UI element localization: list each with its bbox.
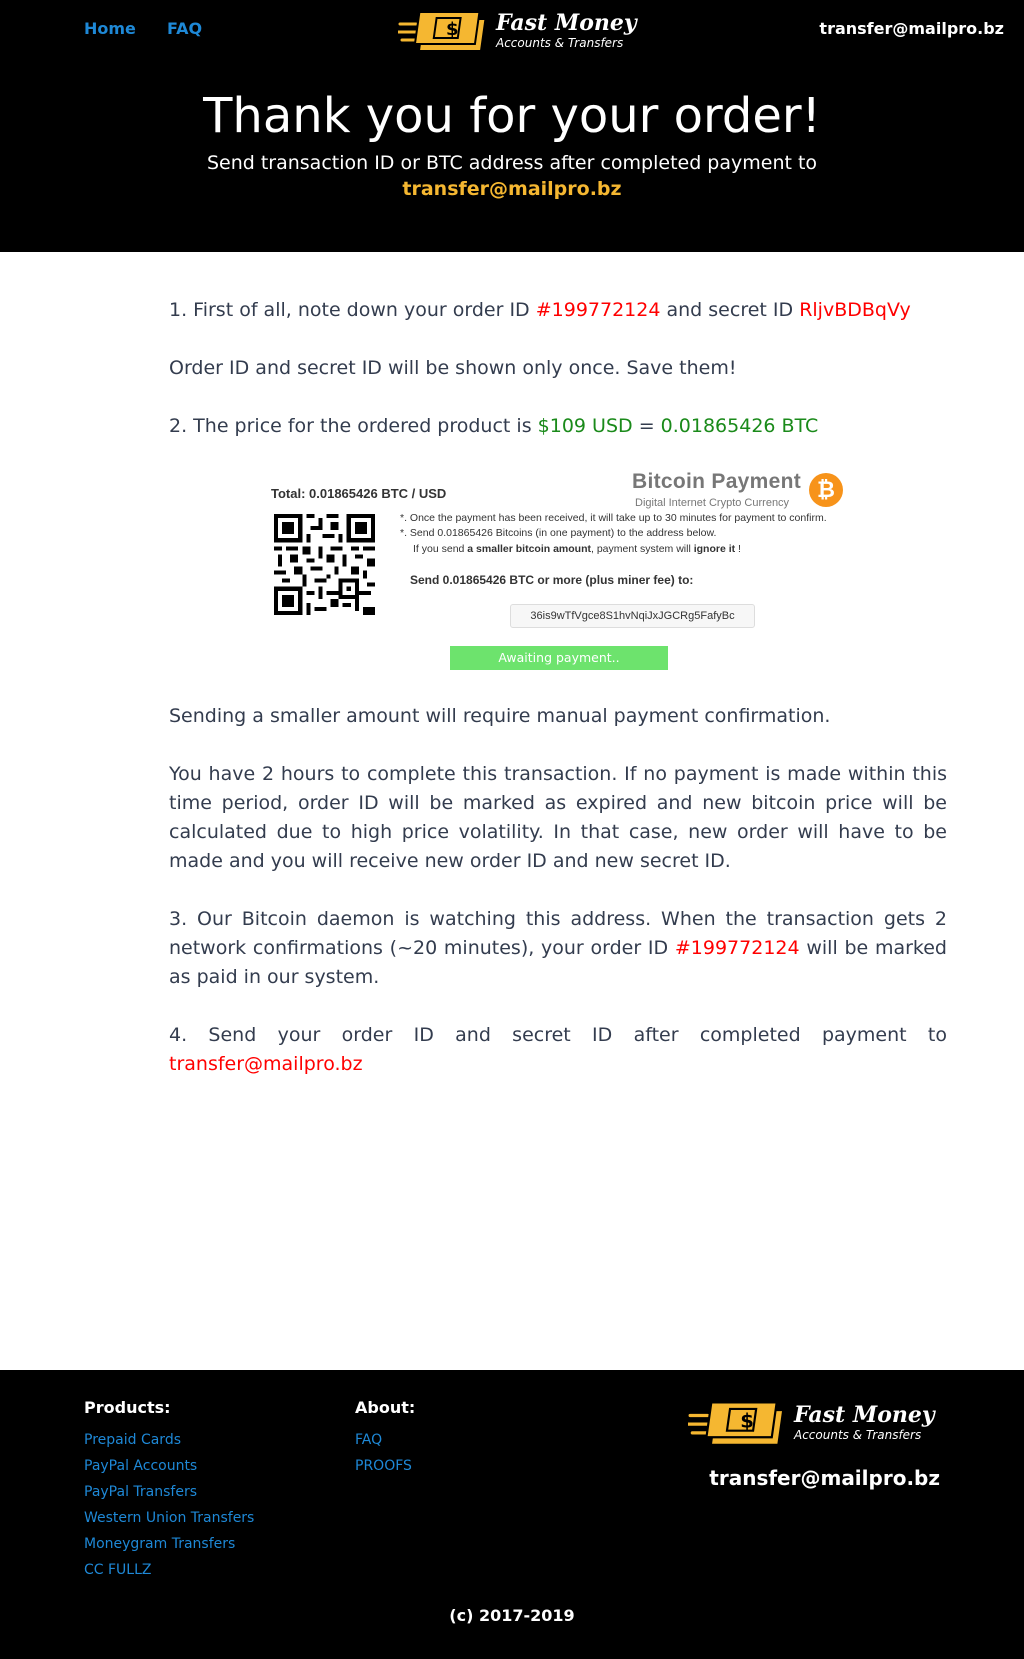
price-usd: $109 USD: [537, 415, 633, 437]
send-instruction: Send 0.01865426 BTC or more (plus miner …: [410, 573, 694, 587]
bitcoin-payment-subtitle: Digital Internet Crypto Currency: [635, 497, 790, 509]
products-heading: Products:: [84, 1398, 171, 1417]
footer-link-western-union[interactable]: Western Union Transfers: [84, 1510, 254, 1526]
svg-text:$: $: [446, 19, 459, 40]
qr-code-icon: [274, 514, 375, 615]
payment-status-bar: Awaiting payment..: [450, 646, 668, 670]
order-id: #199772124: [535, 299, 661, 321]
footer-link-faq[interactable]: FAQ: [355, 1432, 382, 1448]
payment-note-1: *. Once the payment has been received, i…: [400, 512, 827, 524]
footer-link-paypal-accounts[interactable]: PayPal Accounts: [84, 1458, 197, 1474]
save-note: Order ID and secret ID will be shown onl…: [169, 357, 737, 379]
bitcoin-payment-widget: Total: 0.01865426 BTC / USD Bitcoin Paym…: [262, 464, 862, 678]
footer-link-prepaid-cards[interactable]: Prepaid Cards: [84, 1432, 181, 1448]
logo-tagline: Accounts & Transfers: [496, 35, 624, 50]
money-logo-icon: $: [688, 1401, 782, 1444]
about-heading: About:: [355, 1398, 416, 1417]
footer-link-cc-fullz[interactable]: CC FULLZ: [84, 1562, 152, 1578]
money-logo-icon: $: [398, 11, 485, 50]
footer-email: transfer@mailpro.bz: [709, 1466, 940, 1490]
hero-email: transfer@mailpro.bz: [402, 178, 622, 200]
site-header: Home FAQ $ Fast Money Accounts & Transfe…: [0, 0, 1024, 252]
time-limit-note: You have 2 hours to complete this transa…: [169, 763, 947, 872]
bitcoin-icon: ₿: [809, 473, 843, 507]
hero-subtitle: Send transaction ID or BTC address after…: [206, 152, 818, 174]
smaller-amount-note: Sending a smaller amount will require ma…: [169, 705, 831, 727]
footer-link-moneygram[interactable]: Moneygram Transfers: [84, 1536, 235, 1552]
nav-faq-link[interactable]: FAQ: [167, 19, 202, 38]
site-footer: Products: Prepaid Cards PayPal Accounts …: [0, 1370, 1024, 1659]
footer-logo-name: Fast Money: [794, 1401, 935, 1428]
svg-text:$: $: [740, 1409, 754, 1432]
page-title: Thank you for your order!: [203, 88, 821, 144]
payment-total: Total: 0.01865426 BTC / USD: [271, 486, 447, 501]
footer-logo-tagline: Accounts & Transfers: [794, 1427, 922, 1442]
step-1: 1. First of all, note down your order ID…: [169, 299, 911, 321]
order-id-repeat: #199772124: [674, 937, 800, 959]
step-4-email: transfer@mailpro.bz: [169, 1053, 363, 1075]
step-3: 3. Our Bitcoin daemon is watching this a…: [169, 908, 947, 988]
step-4: 4. Send your order ID and secret ID afte…: [169, 1024, 947, 1075]
payment-note-3: If you send a smaller bitcoin amount, pa…: [413, 543, 741, 555]
footer-logo[interactable]: $ Fast Money Accounts & Transfers: [688, 1397, 935, 1447]
header-email: transfer@mailpro.bz: [819, 19, 1004, 38]
copyright: (c) 2017-2019: [449, 1606, 575, 1625]
bitcoin-payment-title: Bitcoin Payment: [632, 470, 802, 493]
btc-address-field[interactable]: 36is9wTfVgce8S1hvNqiJxJGCRg5FafyBc: [510, 604, 755, 628]
footer-link-proofs[interactable]: PROOFS: [355, 1458, 412, 1474]
payment-note-2: *. Send 0.01865426 Bitcoins (in one paym…: [400, 527, 717, 539]
logo-name: Fast Money: [496, 9, 637, 36]
site-logo[interactable]: $ Fast Money Accounts & Transfers: [398, 8, 637, 52]
price-btc: 0.01865426 BTC: [660, 415, 819, 437]
secret-id: RljvBDBqVy: [799, 299, 911, 321]
nav-home-link[interactable]: Home: [84, 19, 136, 38]
footer-link-paypal-transfers[interactable]: PayPal Transfers: [84, 1484, 197, 1500]
step-2: 2. The price for the ordered product is …: [169, 415, 819, 437]
